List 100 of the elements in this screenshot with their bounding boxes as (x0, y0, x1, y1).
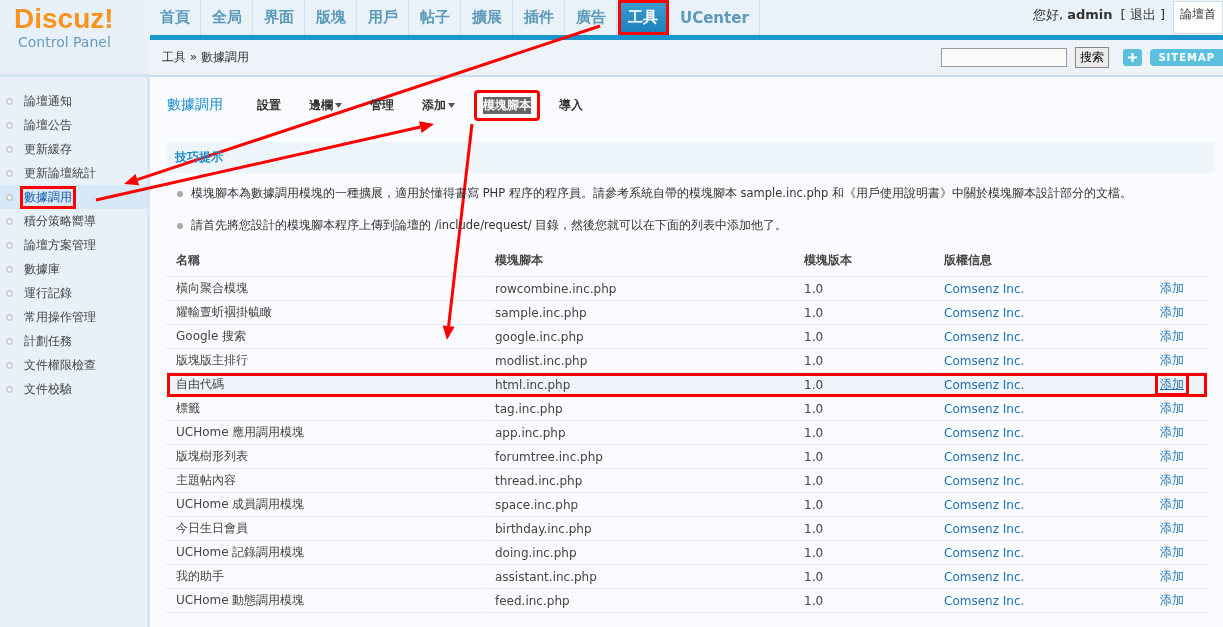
add-link[interactable]: 添加 (1155, 373, 1189, 396)
table-cell: 1.0 (795, 492, 935, 517)
sidebar-item[interactable]: 數據庫 (0, 257, 147, 281)
sidebar-item[interactable]: 文件校驗 (0, 377, 147, 401)
submenu-item[interactable]: 導入 (550, 89, 592, 121)
greeting-text: 您好, admin (1032, 6, 1113, 24)
bullet-icon (6, 241, 13, 249)
nav-tab[interactable]: 插件 (514, 0, 565, 35)
sidebar-label: 數據調用 (20, 185, 76, 209)
table-cell: 耀輸亶蚚裀掛毓瞰 (167, 300, 486, 325)
table-cell: UCHome 成員調用模塊 (167, 492, 486, 517)
add-link[interactable]: 添加 (1155, 445, 1189, 468)
add-link[interactable]: 添加 (1155, 565, 1189, 588)
table-cell: 1.0 (795, 396, 935, 421)
nav-tab[interactable]: 擴展 (462, 0, 513, 35)
sidebar-label: 數據庫 (23, 260, 61, 278)
sidebar-item[interactable]: 常用操作管理 (0, 305, 147, 329)
add-link[interactable]: 添加 (1155, 301, 1189, 324)
column-header: 模塊腳本 (486, 247, 795, 277)
sidebar-label: 論壇公告 (23, 116, 73, 134)
add-link[interactable]: 添加 (1155, 349, 1189, 372)
bullet-icon (6, 217, 13, 225)
sidebar-label: 更新論壇統計 (23, 164, 97, 182)
sidebar-item[interactable]: 積分策略嚮導 (0, 209, 147, 233)
table-cell: 1.0 (795, 540, 935, 565)
table-cell: 1.0 (795, 516, 935, 541)
table-cell: Comsenz Inc. (935, 348, 1151, 373)
add-link[interactable]: 添加 (1155, 517, 1189, 540)
submenu-item[interactable]: 邊欄 (300, 89, 351, 121)
plus-icon (1128, 53, 1138, 62)
sidebar-item[interactable]: 計劃任務 (0, 329, 147, 353)
sidebar-item[interactable]: 更新緩存 (0, 137, 147, 161)
search-field[interactable] (941, 48, 1068, 67)
submenu-item[interactable]: 模塊腳本 (474, 89, 540, 121)
sidebar-label: 論壇方案管理 (23, 236, 97, 254)
forum-home-link[interactable]: 論壇首 (1173, 1, 1223, 34)
table-cell: google.inc.php (486, 324, 795, 349)
sidebar-label: 論壇通知 (23, 92, 73, 110)
submenu-item[interactable]: 添加 (413, 89, 464, 121)
table-cell: Comsenz Inc. (935, 420, 1151, 445)
sidebar-item[interactable]: 論壇通知 (0, 89, 147, 113)
bullet-icon (6, 361, 13, 369)
table-cell: birthday.inc.php (486, 516, 795, 541)
table-cell: assistant.inc.php (486, 564, 795, 589)
add-link[interactable]: 添加 (1155, 325, 1189, 348)
nav-tab[interactable]: 工具 (618, 0, 669, 35)
add-link[interactable]: 添加 (1155, 493, 1189, 516)
table-cell: doing.inc.php (486, 540, 795, 565)
sidebar-item[interactable]: 論壇公告 (0, 113, 147, 137)
sidebar-item[interactable]: 更新論壇統計 (0, 161, 147, 185)
submenu-item[interactable]: 管理 (361, 89, 403, 121)
add-link[interactable]: 添加 (1155, 397, 1189, 420)
table-cell: sample.inc.php (486, 300, 795, 325)
table-cell: Comsenz Inc. (935, 444, 1151, 469)
bullet-icon (177, 190, 183, 197)
sidebar-item[interactable]: 數據調用 (0, 185, 147, 209)
table-cell: 1.0 (795, 300, 935, 325)
table-cell: Comsenz Inc. (935, 588, 1151, 613)
table-cell: thread.inc.php (486, 468, 795, 493)
table-cell: Comsenz Inc. (935, 540, 1151, 565)
add-link[interactable]: 添加 (1155, 541, 1189, 564)
add-link[interactable]: 添加 (1155, 589, 1189, 612)
column-header: 名稱 (167, 247, 486, 277)
add-link[interactable]: 添加 (1155, 469, 1189, 492)
caret-icon (448, 102, 455, 108)
logo-subtitle: Control Panel (18, 34, 111, 50)
table-cell: 1.0 (795, 468, 935, 493)
table-cell: Comsenz Inc. (935, 276, 1151, 301)
plus-button[interactable] (1123, 49, 1143, 66)
table-cell: feed.inc.php (486, 588, 795, 613)
table-cell: 1.0 (795, 276, 935, 301)
table-cell: 1.0 (795, 372, 935, 397)
add-link[interactable]: 添加 (1155, 277, 1189, 300)
bullet-icon (6, 121, 13, 129)
sidebar-item[interactable]: 文件權限檢查 (0, 353, 147, 377)
table-cell: 橫向聚合模塊 (167, 276, 486, 301)
submenu-item[interactable]: 設置 (248, 89, 290, 121)
sidebar-item[interactable]: 論壇方案管理 (0, 233, 147, 257)
table-cell: tag.inc.php (486, 396, 795, 421)
table-cell: 主題帖內容 (167, 468, 486, 493)
logout-link[interactable]: [ 退出 ] (1120, 6, 1165, 24)
bullet-icon (6, 193, 13, 201)
sidebar-label: 積分策略嚮導 (23, 212, 97, 230)
sidebar-label: 更新緩存 (23, 140, 73, 158)
sidebar-label: 常用操作管理 (23, 308, 97, 326)
table-cell: UCHome 動態調用模塊 (167, 588, 486, 613)
table-cell: Comsenz Inc. (935, 396, 1151, 421)
table-cell: forumtree.inc.php (486, 444, 795, 469)
table-cell: Comsenz Inc. (935, 324, 1151, 349)
sidebar-label: 文件校驗 (23, 380, 73, 398)
table-cell: Comsenz Inc. (935, 372, 1151, 397)
add-link[interactable]: 添加 (1155, 421, 1189, 444)
bullet-icon (6, 337, 13, 345)
bullet-icon (6, 97, 13, 105)
column-header: 模塊版本 (795, 247, 935, 277)
bullet-icon (6, 169, 13, 177)
sidebar-item[interactable]: 運行記錄 (0, 281, 147, 305)
caret-icon (335, 102, 342, 108)
search-button[interactable]: 搜索 (1075, 47, 1110, 68)
bullet-icon (6, 289, 13, 297)
